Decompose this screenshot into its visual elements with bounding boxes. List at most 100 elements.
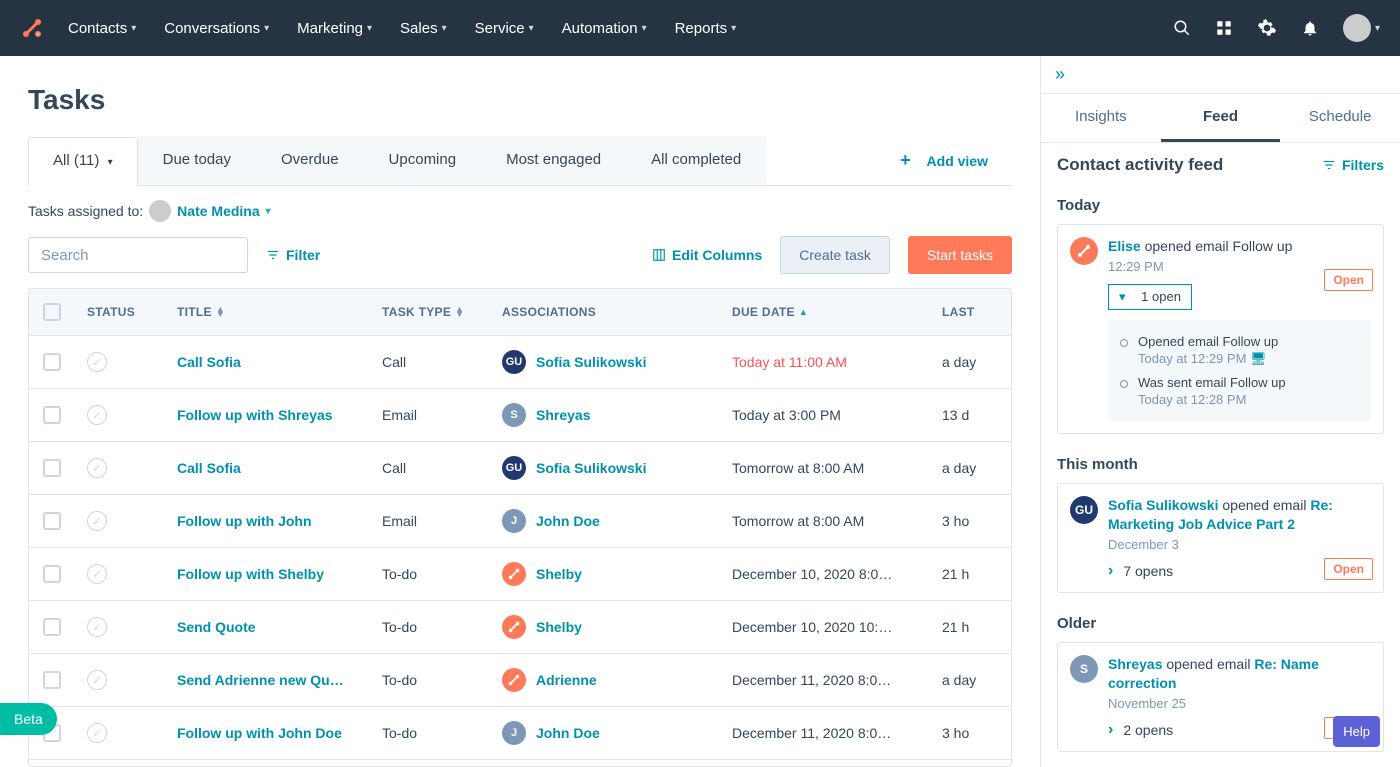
nav-item-contacts[interactable]: Contacts ▾ bbox=[68, 20, 136, 37]
header-last[interactable]: LAST bbox=[930, 289, 1011, 335]
table-row: Send Adrienne new Qu…To-doAdrienneDecemb… bbox=[29, 654, 1011, 707]
task-title-link[interactable]: Send Quote bbox=[177, 619, 256, 635]
task-title-link[interactable]: Follow up with John bbox=[177, 513, 312, 529]
task-type: Email bbox=[370, 495, 490, 547]
create-task-button[interactable]: Create task bbox=[780, 236, 890, 274]
search-box[interactable] bbox=[28, 237, 248, 273]
assigned-user-picker[interactable]: Nate Medina ▾ bbox=[149, 200, 271, 222]
row-checkbox[interactable] bbox=[43, 671, 61, 689]
notifications-icon[interactable] bbox=[1301, 19, 1319, 37]
table-row: Follow up with JohnEmailJJohn DoeTomorro… bbox=[29, 495, 1011, 548]
select-all-checkbox[interactable] bbox=[43, 303, 61, 321]
contact-link[interactable]: Elise bbox=[1108, 238, 1141, 254]
task-type: Call bbox=[370, 442, 490, 494]
nav-item-service[interactable]: Service ▾ bbox=[475, 20, 534, 37]
expand-icon[interactable]: › bbox=[1108, 562, 1113, 580]
header-task-type[interactable]: TASK TYPE▲▼ bbox=[370, 289, 490, 335]
right-panel-tab-feed[interactable]: Feed bbox=[1161, 94, 1281, 142]
right-panel-tab-insights[interactable]: Insights bbox=[1041, 94, 1161, 142]
chevron-down-icon: ▾ bbox=[266, 206, 271, 217]
row-checkbox[interactable] bbox=[43, 406, 61, 424]
due-date: December 11, 2020 8:0… bbox=[720, 760, 930, 767]
nav-item-conversations[interactable]: Conversations ▾ bbox=[164, 20, 269, 37]
last-cell: 13 d bbox=[930, 389, 1011, 441]
feed-filters-button[interactable]: Filters bbox=[1322, 157, 1384, 173]
user-menu[interactable]: ▾ bbox=[1343, 14, 1380, 42]
nav-item-automation[interactable]: Automation ▾ bbox=[562, 20, 647, 37]
association-link[interactable]: Shelby bbox=[536, 619, 582, 635]
marketplace-icon[interactable] bbox=[1215, 19, 1233, 37]
view-tab[interactable]: All completed bbox=[626, 136, 766, 185]
header-status[interactable]: STATUS bbox=[75, 289, 165, 335]
nav-item-sales[interactable]: Sales ▾ bbox=[400, 20, 447, 37]
search-icon[interactable] bbox=[1173, 19, 1191, 37]
status-toggle[interactable] bbox=[87, 352, 107, 372]
search-input[interactable] bbox=[41, 247, 240, 264]
table-row: Call SofiaCallGUSofia SulikowskiToday at… bbox=[29, 336, 1011, 389]
filter-icon bbox=[1322, 158, 1336, 172]
help-button[interactable]: Help bbox=[1333, 716, 1380, 747]
row-checkbox[interactable] bbox=[43, 459, 61, 477]
task-type: To-do bbox=[370, 654, 490, 706]
avatar: GU bbox=[502, 350, 526, 374]
association-link[interactable]: John Doe bbox=[536, 513, 600, 529]
status-toggle[interactable] bbox=[87, 723, 107, 743]
header-title[interactable]: TITLE▲▼ bbox=[165, 289, 370, 335]
task-title-link[interactable]: Send Adrienne new Qu… bbox=[177, 672, 344, 688]
header-associations[interactable]: ASSOCIATIONS bbox=[490, 289, 720, 335]
status-toggle[interactable] bbox=[87, 617, 107, 637]
row-checkbox[interactable] bbox=[43, 353, 61, 371]
task-title-link[interactable]: Call Sofia bbox=[177, 354, 241, 370]
task-title-link[interactable]: Follow up with Shelby bbox=[177, 566, 324, 582]
view-tab[interactable]: All (11) ▾ bbox=[28, 137, 138, 186]
contact-link[interactable]: Shreyas bbox=[1108, 656, 1162, 672]
start-tasks-button[interactable]: Start tasks bbox=[908, 236, 1012, 274]
settings-icon[interactable] bbox=[1257, 18, 1277, 38]
view-tab[interactable]: Upcoming bbox=[364, 136, 482, 185]
status-toggle[interactable] bbox=[87, 458, 107, 478]
assigned-label: Tasks assigned to: bbox=[28, 203, 143, 219]
due-date: Today at 11:00 AM bbox=[720, 336, 930, 388]
task-title-link[interactable]: Call Sofia bbox=[177, 460, 241, 476]
view-tab[interactable]: Due today bbox=[138, 136, 256, 185]
status-toggle[interactable] bbox=[87, 670, 107, 690]
task-type: To-do bbox=[370, 548, 490, 600]
status-toggle[interactable] bbox=[87, 511, 107, 531]
nav-item-reports[interactable]: Reports ▾ bbox=[675, 20, 737, 37]
row-checkbox[interactable] bbox=[43, 618, 61, 636]
open-count-dropdown[interactable]: ▾ 1 open bbox=[1108, 284, 1192, 310]
right-panel-tab-schedule[interactable]: Schedule bbox=[1280, 94, 1400, 142]
feed-section-month: This month bbox=[1057, 446, 1384, 483]
filter-icon bbox=[266, 248, 280, 262]
collapse-panel-icon[interactable]: » bbox=[1055, 64, 1065, 84]
view-tab[interactable]: Overdue bbox=[256, 136, 364, 185]
due-date: Today at 3:00 PM bbox=[720, 389, 930, 441]
contact-link[interactable]: Sofia Sulikowski bbox=[1108, 497, 1218, 513]
nav-item-marketing[interactable]: Marketing ▾ bbox=[297, 20, 372, 37]
open-badge[interactable]: Open bbox=[1324, 558, 1373, 580]
avatar bbox=[502, 562, 526, 586]
expand-icon[interactable]: › bbox=[1108, 721, 1113, 739]
add-view-button[interactable]: + Add view bbox=[876, 136, 1012, 185]
row-checkbox[interactable] bbox=[43, 512, 61, 530]
association-link[interactable]: Shelby bbox=[536, 566, 582, 582]
view-tab[interactable]: Most engaged bbox=[481, 136, 626, 185]
open-badge[interactable]: Open bbox=[1324, 269, 1373, 291]
association-link[interactable]: John Doe bbox=[536, 725, 600, 741]
association-link[interactable]: Adrienne bbox=[536, 672, 597, 688]
feed-time: December 3 bbox=[1108, 537, 1371, 552]
edit-columns-button[interactable]: Edit Columns bbox=[652, 247, 762, 263]
beta-button[interactable]: Beta bbox=[0, 703, 57, 735]
due-date: December 11, 2020 8:0… bbox=[720, 707, 930, 759]
filter-button[interactable]: Filter bbox=[266, 247, 320, 263]
row-checkbox[interactable] bbox=[43, 565, 61, 583]
association-link[interactable]: Sofia Sulikowski bbox=[536, 354, 646, 370]
association-link[interactable]: Sofia Sulikowski bbox=[536, 460, 646, 476]
status-toggle[interactable] bbox=[87, 405, 107, 425]
status-toggle[interactable] bbox=[87, 564, 107, 584]
timeline-item: Was sent email Follow upToday at 12:28 P… bbox=[1120, 371, 1359, 411]
association-link[interactable]: Shreyas bbox=[536, 407, 590, 423]
task-title-link[interactable]: Follow up with John Doe bbox=[177, 725, 342, 741]
header-due-date[interactable]: DUE DATE▲ bbox=[720, 289, 930, 335]
task-title-link[interactable]: Follow up with Shreyas bbox=[177, 407, 333, 423]
